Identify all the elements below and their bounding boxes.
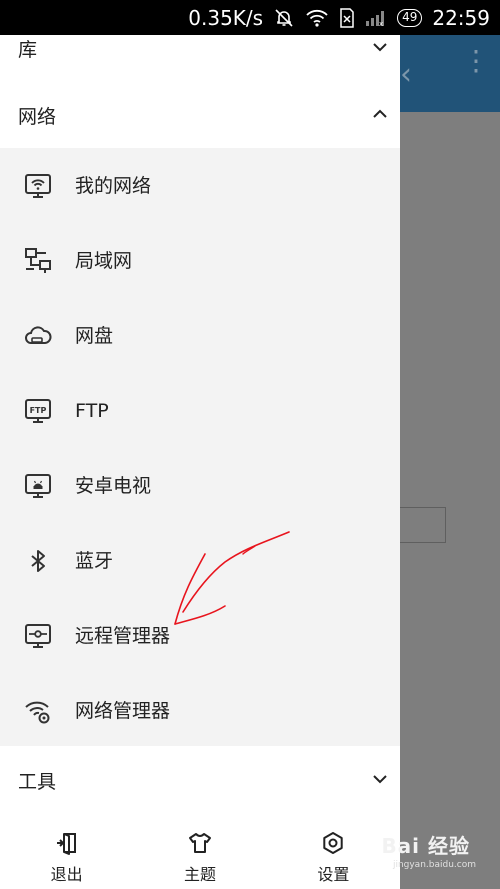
network-item-network-manager[interactable]: 网络管理器 bbox=[0, 673, 400, 748]
remote-manager-icon bbox=[24, 622, 52, 650]
theme-shirt-icon bbox=[188, 831, 212, 855]
theme-label: 主题 bbox=[183, 865, 216, 884]
network-item-label: 蓝牙 bbox=[75, 549, 114, 572]
theme-button[interactable]: 主题 bbox=[133, 819, 266, 889]
background-toolbar: ‹ ⋮ bbox=[400, 35, 500, 112]
network-item-label: FTP bbox=[75, 399, 109, 422]
ftp-icon: FTP bbox=[24, 397, 52, 425]
network-item-ftp[interactable]: FTP FTP bbox=[0, 373, 400, 448]
lan-icon bbox=[24, 247, 52, 275]
network-item-label: 远程管理器 bbox=[75, 624, 171, 647]
background-input-field bbox=[398, 507, 446, 543]
cloud-drive-icon bbox=[24, 322, 52, 350]
network-item-bluetooth[interactable]: 蓝牙 bbox=[0, 523, 400, 598]
settings-button[interactable]: 设置 bbox=[267, 819, 400, 889]
baidu-watermark: Bai 经验 bbox=[381, 834, 470, 858]
network-item-android-tv[interactable]: 安卓电视 bbox=[0, 448, 400, 523]
back-arrow-icon: ‹ bbox=[400, 57, 412, 92]
network-item-my-network[interactable]: 我的网络 bbox=[0, 148, 400, 223]
battery-indicator: 49 bbox=[397, 8, 423, 27]
settings-label: 设置 bbox=[317, 865, 350, 884]
bluetooth-icon bbox=[24, 547, 52, 575]
network-item-label: 网络管理器 bbox=[75, 699, 171, 722]
network-item-lan[interactable]: 局域网 bbox=[0, 223, 400, 298]
network-manager-icon bbox=[24, 697, 52, 725]
svg-text:FTP: FTP bbox=[30, 406, 47, 415]
exit-button[interactable]: 退出 bbox=[0, 819, 133, 889]
chevron-down-icon bbox=[372, 771, 387, 785]
exit-label: 退出 bbox=[50, 865, 83, 884]
network-submenu: 我的网络 局域网 网盘 FTP FTP 安卓电视 蓝牙 远程管理器 网络管理器 bbox=[0, 148, 400, 746]
section-library-label: 库 bbox=[18, 38, 38, 61]
exit-icon bbox=[55, 831, 79, 855]
more-vertical-icon: ⋮ bbox=[462, 44, 490, 77]
clock: 22:59 bbox=[432, 5, 490, 30]
network-item-remote-manager[interactable]: 远程管理器 bbox=[0, 598, 400, 673]
drawer-bottom-bar: 退出 主题 设置 bbox=[0, 819, 400, 889]
section-tools[interactable]: 工具 bbox=[0, 747, 400, 813]
network-item-cloud-drive[interactable]: 网盘 bbox=[0, 298, 400, 373]
settings-icon bbox=[321, 831, 345, 855]
network-item-label: 网盘 bbox=[75, 324, 114, 347]
chevron-down-icon bbox=[372, 39, 387, 53]
network-item-label: 安卓电视 bbox=[75, 474, 152, 497]
baidu-watermark-url: jingyan.baidu.com bbox=[392, 860, 476, 870]
section-network-label: 网络 bbox=[18, 105, 57, 128]
section-tools-label: 工具 bbox=[18, 770, 57, 793]
network-item-label: 局域网 bbox=[75, 249, 133, 272]
network-item-label: 我的网络 bbox=[75, 174, 152, 197]
section-library[interactable]: 库 bbox=[0, 15, 400, 81]
android-tv-icon bbox=[24, 472, 52, 500]
monitor-wifi-icon bbox=[24, 172, 52, 200]
chevron-up-icon bbox=[372, 106, 387, 120]
background-app-scrim[interactable]: ‹ ⋮ bbox=[398, 35, 500, 889]
navigation-drawer: 库 网络 我的网络 局域网 网盘 FTP FTP 安卓电视 蓝牙 远程管理器 网… bbox=[0, 35, 400, 889]
section-network[interactable]: 网络 bbox=[0, 82, 400, 148]
